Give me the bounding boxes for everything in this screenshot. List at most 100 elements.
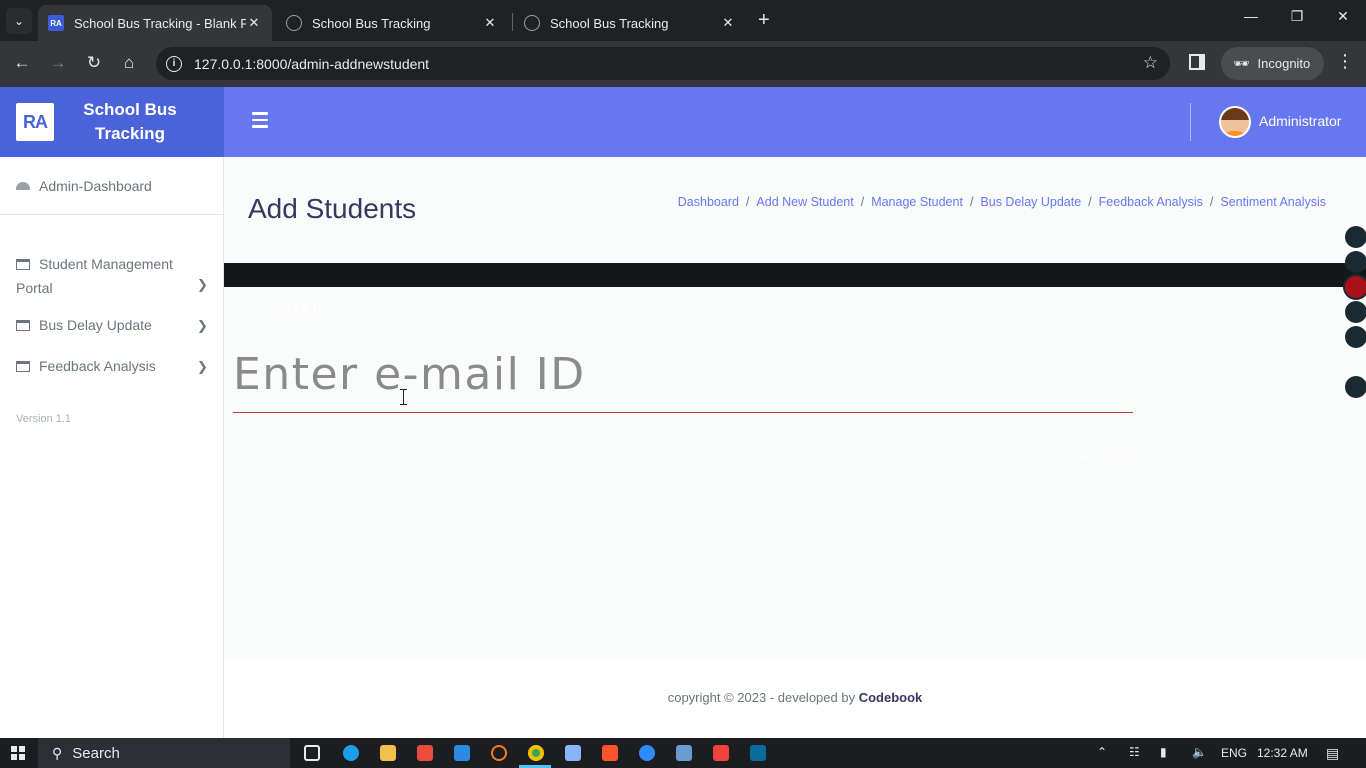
footer: copyright © 2023 - developed by Codebook <box>224 660 1366 738</box>
close-tab-icon[interactable]: ✕ <box>246 15 262 31</box>
breadcrumb-bus-delay-update[interactable]: Bus Delay Update <box>980 195 1081 209</box>
forward-arrow-icon[interactable]: → <box>47 53 69 73</box>
brand-header[interactable]: RA School Bus Tracking <box>0 87 224 157</box>
display-app-icon[interactable] <box>565 745 581 761</box>
tab-title: School Bus Tracking <box>312 15 431 31</box>
task-view-icon[interactable] <box>304 745 320 761</box>
window-icon <box>16 361 30 372</box>
home-icon[interactable]: ⌂ <box>118 53 140 73</box>
step-dot[interactable] <box>1345 326 1366 348</box>
url-text[interactable]: 127.0.0.1:8000/admin-addnewstudent <box>194 56 429 72</box>
volume-icon[interactable]: 🔈 <box>1192 745 1207 759</box>
breadcrumb-feedback-analysis[interactable]: Feedback Analysis <box>1099 195 1203 209</box>
tab-school-bus-tracking-3[interactable]: School Bus Tracking ✕ <box>514 5 746 41</box>
browser-menu-kebab-icon[interactable]: ⋮ <box>1336 52 1354 70</box>
top-navbar: Administrator <box>224 87 1366 157</box>
sidebar-item-feedback-analysis[interactable]: Feedback Analysis <box>16 358 156 374</box>
chevron-right-icon: ❯ <box>197 277 208 292</box>
terminal-app-icon[interactable] <box>750 745 766 761</box>
anydesk-icon[interactable] <box>713 745 729 761</box>
user-name[interactable]: Administrator <box>1259 113 1341 129</box>
brave-browser-icon[interactable] <box>602 745 618 761</box>
chrome-icon[interactable] <box>528 745 544 761</box>
sidebar-item-label: Student Management Portal <box>16 256 173 296</box>
search-app-icon[interactable] <box>491 745 507 761</box>
hamburger-menu-icon[interactable] <box>252 112 268 132</box>
footer-text: copyright © 2023 - developed by Codebook <box>667 690 923 705</box>
file-explorer-icon[interactable] <box>380 745 396 761</box>
breadcrumb-manage-student[interactable]: Manage Student <box>871 195 963 209</box>
breadcrumb: Dashboard / Add New Student / Manage Student… <box>677 195 1326 209</box>
site-info-icon[interactable]: i <box>166 55 182 72</box>
navbar-divider <box>1190 103 1191 141</box>
restore-window-icon[interactable]: ❐ <box>1282 8 1312 25</box>
email-label: EMAIL <box>272 301 329 320</box>
user-avatar[interactable] <box>1219 106 1251 138</box>
brand-logo: RA <box>16 103 54 141</box>
browser-tab-strip: ⌄ RA School Bus Tracking - Blank Pa ✕ Sc… <box>0 0 1366 41</box>
breadcrumb-add-new-student[interactable]: Add New Student <box>756 195 853 209</box>
breadcrumb-sentiment-analysis[interactable]: Sentiment Analysis <box>1220 195 1326 209</box>
close-tab-icon[interactable]: ✕ <box>482 15 498 31</box>
taskbar-search-label: Search <box>72 744 120 762</box>
chevron-right-icon: ❯ <box>197 359 208 374</box>
email-input[interactable] <box>233 337 1133 413</box>
sidebar-item-bus-delay-update[interactable]: Bus Delay Update <box>16 317 152 333</box>
close-window-icon[interactable]: ✕ <box>1328 8 1358 25</box>
edge-browser-icon[interactable] <box>343 745 359 761</box>
windows-taskbar: ⚲ Search ⌃ ☷ ▮ 🔈 ENG 12:32 AM ▤ <box>0 738 1366 768</box>
footer-brand-link[interactable]: Codebook <box>859 690 923 705</box>
incognito-icon: 🕶 <box>1233 55 1250 71</box>
minimize-window-icon[interactable]: — <box>1236 8 1266 24</box>
step-dot[interactable] <box>1345 376 1366 398</box>
close-tab-icon[interactable]: ✕ <box>720 15 736 31</box>
window-icon <box>16 259 30 270</box>
back-arrow-icon[interactable]: ← <box>11 53 33 73</box>
language-indicator[interactable]: ENG <box>1221 746 1247 760</box>
tab-divider <box>512 13 513 31</box>
incognito-badge[interactable]: 🕶 Incognito <box>1221 47 1324 80</box>
bookmark-star-icon[interactable]: ☆ <box>1143 53 1158 73</box>
windows-start-icon[interactable] <box>11 746 25 760</box>
app-icon[interactable] <box>417 745 433 761</box>
zoom-icon[interactable] <box>639 745 655 761</box>
step-dot[interactable] <box>1345 301 1366 323</box>
clock[interactable]: 12:32 AM <box>1257 746 1308 760</box>
proceed-button[interactable]: PROCEED <box>1068 448 1149 465</box>
new-tab-plus-icon[interactable]: + <box>758 10 770 30</box>
remote-desktop-icon[interactable] <box>676 745 692 761</box>
step-dot[interactable] <box>1345 226 1366 248</box>
sidebar-item-label: Admin-Dashboard <box>39 178 152 194</box>
tab-school-bus-tracking-2[interactable]: School Bus Tracking ✕ <box>276 5 508 41</box>
breadcrumb-dashboard[interactable]: Dashboard <box>678 195 739 209</box>
browser-toolbar: ← → ↻ ⌂ i 127.0.0.1:8000/admin-addnewstu… <box>0 41 1366 87</box>
main-content: Add Students Dashboard / Add New Student / M… <box>224 157 1366 660</box>
tab-title: School Bus Tracking - Blank Pa <box>74 15 246 31</box>
sidebar: Admin-Dashboard Student Management Porta… <box>0 157 224 738</box>
globe-icon <box>524 15 540 31</box>
sidebar-item-admin-dashboard[interactable]: Admin-Dashboard <box>16 178 152 194</box>
page-title: Add Students <box>248 193 417 224</box>
side-panel-icon[interactable] <box>1189 54 1205 70</box>
notifications-icon[interactable]: ▤ <box>1326 745 1339 762</box>
battery-icon[interactable]: ▮ <box>1160 745 1167 759</box>
tab-title: School Bus Tracking <box>550 15 669 31</box>
step-dot-active[interactable] <box>1345 276 1366 298</box>
globe-icon <box>286 15 302 31</box>
incognito-label: Incognito <box>1257 56 1311 71</box>
address-bar[interactable]: i 127.0.0.1:8000/admin-addnewstudent ☆ <box>156 47 1170 80</box>
vscode-icon[interactable] <box>454 745 470 761</box>
reload-icon[interactable]: ↻ <box>83 53 105 73</box>
step-dot[interactable] <box>1345 251 1366 273</box>
tab-school-bus-tracking-active[interactable]: RA School Bus Tracking - Blank Pa ✕ <box>38 5 272 41</box>
form-header-bar <box>224 263 1366 287</box>
sidebar-item-student-management[interactable]: Student Management Portal <box>16 252 186 300</box>
window-icon <box>16 320 30 331</box>
show-hidden-icons-chevron-icon[interactable]: ⌃ <box>1097 745 1107 759</box>
brand-name: School Bus Tracking <box>83 100 177 143</box>
tab-search-chevron-icon[interactable]: ⌄ <box>6 8 32 34</box>
ra-favicon-icon: RA <box>48 15 64 31</box>
sidebar-item-label: Bus Delay Update <box>39 317 152 333</box>
network-icon[interactable]: ☷ <box>1129 745 1140 759</box>
taskbar-search[interactable]: ⚲ Search <box>38 738 290 768</box>
